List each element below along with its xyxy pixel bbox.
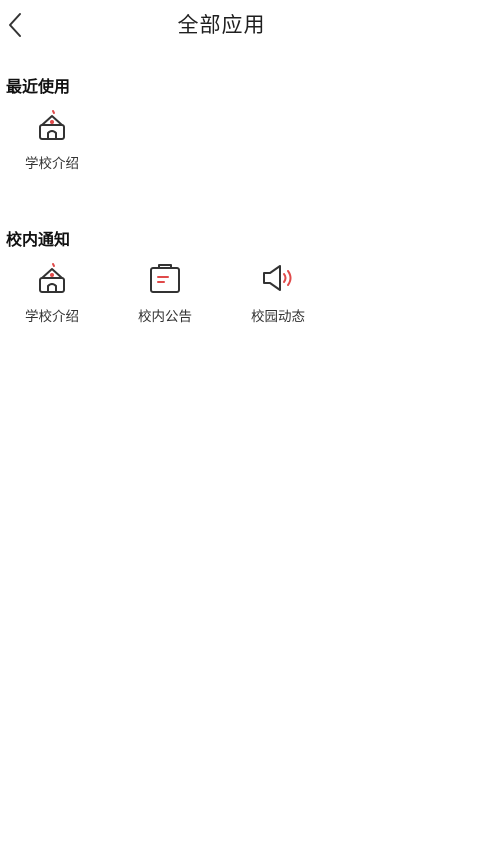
app-label: 学校介绍 xyxy=(25,309,79,325)
app-item-campus-announcement[interactable]: 校内公告 xyxy=(113,261,213,341)
section-title: 最近使用 xyxy=(6,77,71,96)
app-grid: 学校介绍 xyxy=(0,108,478,188)
notice-board-icon xyxy=(147,261,183,297)
app-item-school-intro[interactable]: 学校介绍 xyxy=(0,108,100,188)
app-label: 校园动态 xyxy=(251,309,305,325)
speaker-icon xyxy=(260,261,296,297)
app-label: 学校介绍 xyxy=(25,156,79,172)
school-building-icon xyxy=(34,261,70,297)
app-label: 校内公告 xyxy=(138,309,192,325)
section-title: 校内通知 xyxy=(6,230,71,249)
page-title: 全部应用 xyxy=(177,13,266,37)
app-item-school-intro[interactable]: 学校介绍 xyxy=(0,261,100,341)
header-bar: 全部应用 xyxy=(0,0,478,52)
app-item-campus-news[interactable]: 校园动态 xyxy=(226,261,326,341)
app-grid: 学校介绍 校内公告 校园动态 xyxy=(0,261,478,341)
school-building-icon xyxy=(34,108,70,144)
